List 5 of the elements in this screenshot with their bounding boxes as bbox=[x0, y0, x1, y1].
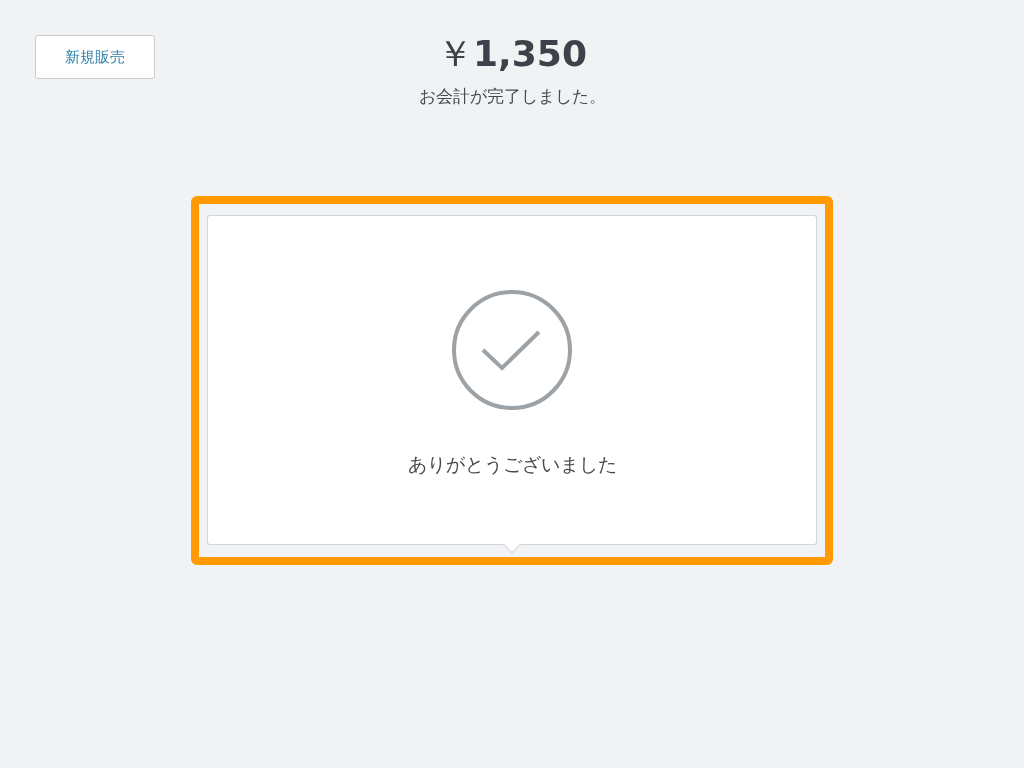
new-sale-button[interactable]: 新規販売 bbox=[35, 35, 155, 79]
thank-you-message: ありがとうございました bbox=[407, 451, 617, 477]
status-message: お会計が完了しました。 bbox=[418, 85, 606, 108]
checkmark-icon bbox=[450, 287, 574, 412]
total-amount: ￥1,350 bbox=[437, 32, 587, 76]
